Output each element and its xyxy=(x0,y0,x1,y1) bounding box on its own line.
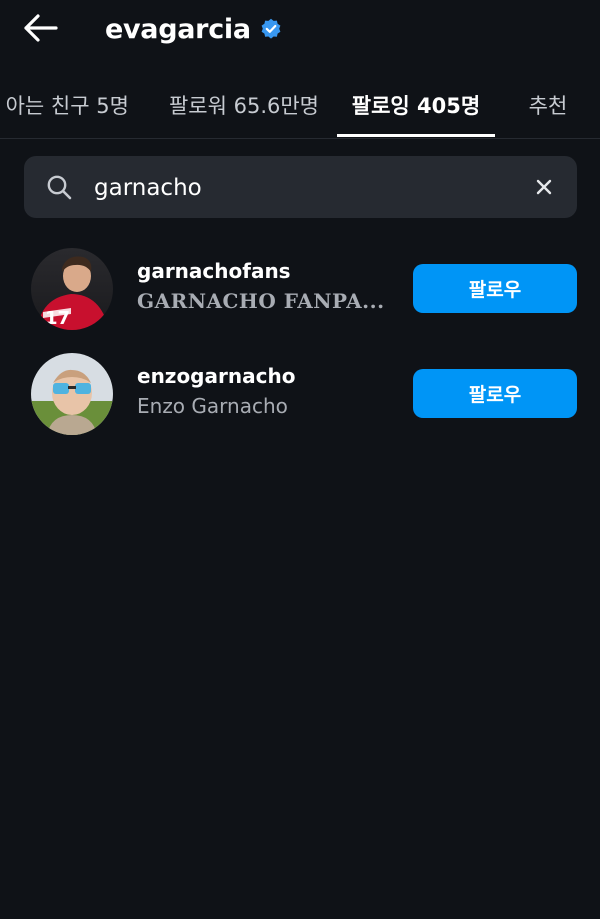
avatar[interactable]: 17 xyxy=(31,248,113,330)
svg-text:17: 17 xyxy=(45,308,70,329)
back-arrow-icon xyxy=(24,14,58,42)
tab-following[interactable]: 팔로잉 405명 xyxy=(337,74,495,137)
verified-badge-icon xyxy=(260,18,282,40)
search-bar xyxy=(24,156,577,218)
full-name: Enzo Garnacho xyxy=(137,394,288,418)
back-button[interactable] xyxy=(18,10,62,46)
tab-followers[interactable]: 팔로워 65.6만명 xyxy=(166,74,322,136)
tab-mutual-friends[interactable]: l 아는 친구 5명 xyxy=(0,74,136,136)
header: evagarcia xyxy=(0,0,600,60)
follow-button[interactable]: 팔로우 xyxy=(413,369,577,418)
profile-title: evagarcia xyxy=(105,12,282,46)
username: garnachofans xyxy=(137,259,291,283)
profile-username: evagarcia xyxy=(105,13,251,45)
tab-suggested[interactable]: 추천 xyxy=(520,74,576,136)
search-input[interactable] xyxy=(92,166,516,210)
close-icon[interactable] xyxy=(531,174,557,200)
user-info: enzogarnacho Enzo Garnacho xyxy=(137,363,397,421)
user-info: garnachofans GARNACHO FANPA... xyxy=(137,258,397,316)
full-name: GARNACHO FANPA... xyxy=(137,289,385,313)
username: enzogarnacho xyxy=(137,364,296,388)
list-item[interactable]: enzogarnacho Enzo Garnacho 팔로우 xyxy=(0,349,600,439)
list-item[interactable]: 17 garnachofans GARNACHO FANPA... 팔로우 xyxy=(0,244,600,334)
avatar[interactable] xyxy=(31,353,113,435)
follow-tabs: l 아는 친구 5명 팔로워 65.6만명 팔로잉 405명 추천 xyxy=(0,74,600,139)
follow-button[interactable]: 팔로우 xyxy=(413,264,577,313)
search-icon xyxy=(47,175,72,200)
